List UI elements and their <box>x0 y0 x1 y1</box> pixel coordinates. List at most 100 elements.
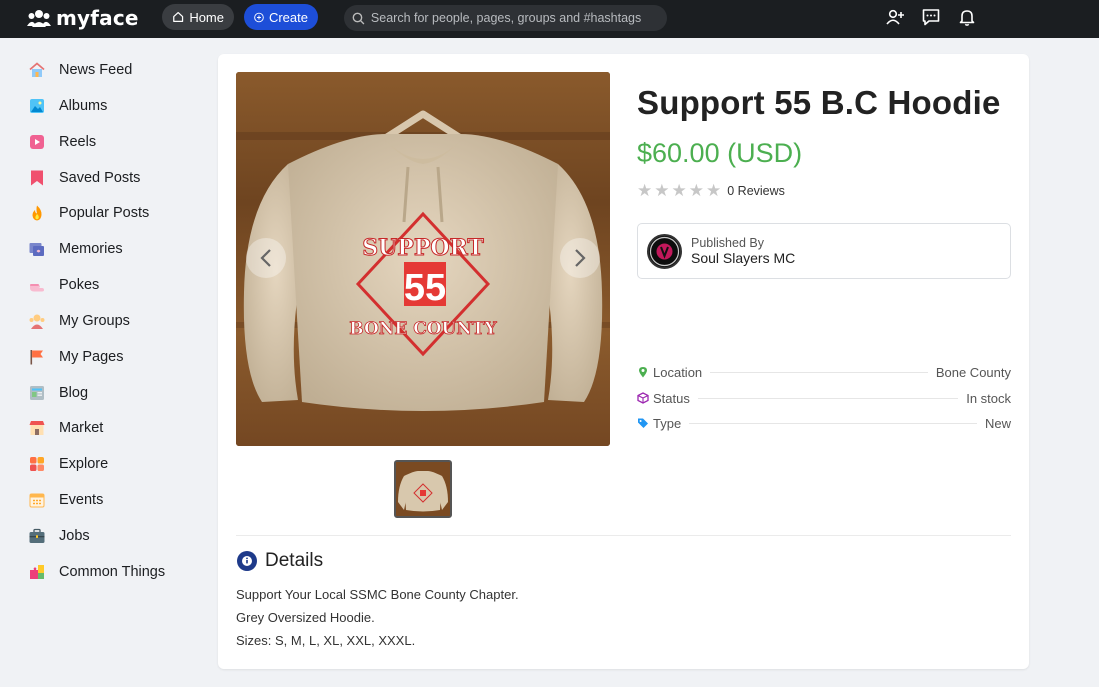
briefcase-icon <box>29 528 45 543</box>
reviews-count[interactable]: 0 Reviews <box>727 184 785 198</box>
details-line: Grey Oversized Hoodie. <box>236 610 375 625</box>
next-image-button[interactable] <box>560 238 600 278</box>
sidebar-item-label: Memories <box>59 241 123 257</box>
home-button-label: Home <box>189 9 224 25</box>
box-icon <box>637 392 649 404</box>
add-friend-icon[interactable] <box>885 7 905 27</box>
star-icon: ★ <box>637 181 653 200</box>
publisher-caption: Published By <box>691 236 764 250</box>
bookmark-icon <box>31 170 43 186</box>
image-thumbnail[interactable] <box>394 460 452 518</box>
status-label: Status <box>653 390 690 406</box>
sidebar-item-jobs[interactable]: Jobs <box>28 524 198 548</box>
sidebar-item-label: Common Things <box>59 564 166 580</box>
sidebar-item-label: My Groups <box>59 313 130 329</box>
sidebar-item-events[interactable]: Events <box>28 488 198 512</box>
create-button-label: Create <box>268 9 308 25</box>
house-icon <box>29 62 45 77</box>
rating-stars[interactable]: ★ ★ ★ ★ ★ 0 Reviews <box>637 182 785 199</box>
home-button[interactable]: Home <box>162 4 234 30</box>
top-navbar: myface Home Create <box>0 0 1099 38</box>
info-row-type: Type New <box>637 414 1011 432</box>
sidebar-item-label: Explore <box>59 456 109 472</box>
sidebar-item-label: Market <box>59 420 104 436</box>
product-image[interactable]: 55 SUPPORT BONE COUNTY <box>236 72 610 446</box>
groups-icon <box>29 314 45 329</box>
sidebar-item-my-pages[interactable]: My Pages <box>28 345 198 369</box>
sidebar-item-popular-posts[interactable]: Popular Posts <box>28 201 198 225</box>
details-header: Details <box>236 550 323 572</box>
sidebar-item-label: Jobs <box>59 528 90 544</box>
publisher-name[interactable]: Soul Slayers MC <box>691 250 795 266</box>
details-line: Sizes: S, M, L, XL, XXL, XXXL. <box>236 633 416 648</box>
logo-text: myface <box>56 6 139 30</box>
notifications-icon[interactable] <box>957 7 977 27</box>
publisher-avatar <box>647 233 682 269</box>
chevron-left-icon <box>260 249 271 267</box>
publisher-text: Published By Soul Slayers MC <box>691 236 795 266</box>
sidebar-item-common-things[interactable]: Common Things <box>28 560 198 584</box>
section-divider <box>236 535 1011 536</box>
hoodie-logo-number: 55 <box>404 267 446 309</box>
location-label: Location <box>653 364 703 380</box>
previous-image-button[interactable] <box>246 238 286 278</box>
hoodie-logo-top-text: SUPPORT <box>362 235 484 261</box>
search-input[interactable] <box>370 11 659 25</box>
memories-icon <box>29 243 44 256</box>
info-divider <box>697 397 959 399</box>
flag-icon <box>30 350 43 365</box>
location-value: Bone County <box>935 364 1011 380</box>
blog-icon <box>30 386 44 400</box>
sidebar-item-my-groups[interactable]: My Groups <box>28 309 198 333</box>
product-card: 55 SUPPORT BONE COUNTY Support 55 B.C Ho… <box>218 54 1029 669</box>
sidebar-item-market[interactable]: Market <box>28 416 198 440</box>
location-pin-icon <box>639 367 647 378</box>
albums-icon <box>30 99 44 113</box>
chevron-right-icon <box>575 249 586 267</box>
sidebar-item-label: Pokes <box>59 277 100 293</box>
product-title: Support 55 B.C Hoodie <box>637 84 1001 121</box>
poke-icon <box>30 284 44 292</box>
home-icon <box>173 11 184 23</box>
star-icon: ★ <box>671 181 687 200</box>
search-icon <box>352 12 365 24</box>
messages-icon[interactable] <box>921 7 941 27</box>
info-divider <box>710 371 928 373</box>
sidebar-item-reels[interactable]: Reels <box>28 130 198 154</box>
sidebar-item-news-feed[interactable]: News Feed <box>28 58 198 82</box>
logo[interactable]: myface <box>27 6 139 30</box>
star-icon: ★ <box>654 181 670 200</box>
sidebar-item-blog[interactable]: Blog <box>28 381 198 405</box>
type-value: New <box>984 415 1011 431</box>
status-value: In stock <box>966 390 1011 406</box>
info-row-location: Location Bone County <box>637 363 1011 381</box>
sidebar-item-albums[interactable]: Albums <box>28 94 198 118</box>
calendar-icon <box>29 493 45 508</box>
hoodie-logo-bottom-text: BONE COUNTY <box>349 319 497 339</box>
create-button[interactable]: Create <box>244 4 318 30</box>
product-price: $60.00 (USD) <box>637 138 803 168</box>
sidebar-item-label: Popular Posts <box>59 205 150 221</box>
sidebar-item-saved-posts[interactable]: Saved Posts <box>28 166 198 190</box>
sidebar-item-label: Events <box>59 492 104 508</box>
sidebar-item-memories[interactable]: Memories <box>28 237 198 261</box>
sidebar-item-label: Saved Posts <box>59 170 141 186</box>
hoodie-image: 55 SUPPORT BONE COUNTY <box>236 72 610 446</box>
type-label: Type <box>653 415 682 431</box>
fire-icon <box>32 205 42 221</box>
info-divider <box>689 422 977 424</box>
star-icon: ★ <box>688 181 704 200</box>
puzzle-icon <box>30 565 44 579</box>
sidebar-item-label: Albums <box>59 98 108 114</box>
plus-circle-icon <box>254 12 264 22</box>
details-heading: Details <box>265 550 324 571</box>
sidebar-item-label: Reels <box>59 134 97 150</box>
sidebar-item-explore[interactable]: Explore <box>28 452 198 476</box>
sidebar-item-pokes[interactable]: Pokes <box>28 273 198 297</box>
star-icon: ★ <box>706 181 722 200</box>
tag-icon <box>638 418 648 428</box>
sidebar-item-label: Blog <box>59 385 89 401</box>
details-line: Support Your Local SSMC Bone County Chap… <box>236 587 519 602</box>
market-icon <box>29 421 45 435</box>
publisher-box[interactable]: Published By Soul Slayers MC <box>637 223 1011 279</box>
